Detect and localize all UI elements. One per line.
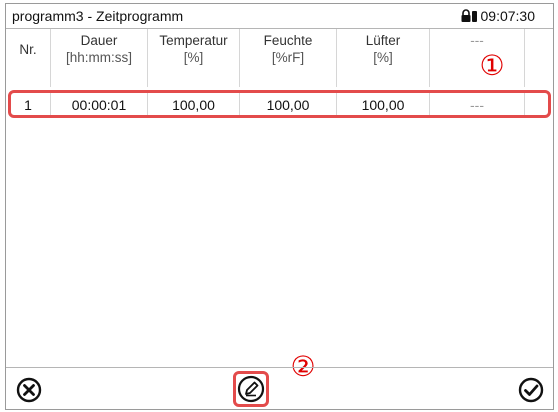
cell-luefter: 100,00 [337,92,430,118]
column-label: Lüfter [365,33,401,48]
cell-temperatur: 100,00 [148,92,240,118]
column-header-dauer[interactable]: Dauer [hh:mm:ss] [51,29,148,87]
column-label: Dauer [80,33,118,48]
confirm-icon[interactable] [518,377,544,403]
column-label: Nr. [19,42,37,57]
table-row[interactable]: 1 00:00:01 100,00 100,00 100,00 --- [6,92,553,118]
clock-time: 09:07:30 [480,8,536,24]
column-header-feuchte[interactable]: Feuchte [%rF] [240,29,337,87]
cell-dauer: 00:00:01 [51,92,148,118]
program-screen: programm3 - Zeitprogramm 09:07:30 Nr. Da… [5,3,554,410]
page-title: programm3 - Zeitprogramm [12,8,184,24]
status-area: 09:07:30 [460,8,536,24]
cell-feuchte: 100,00 [240,92,337,118]
title-bar: programm3 - Zeitprogramm 09:07:30 [6,4,553,29]
bottom-toolbar [6,367,553,409]
column-unit: [%] [373,50,393,65]
column-unit: [hh:mm:ss] [65,50,132,65]
column-unit: [%rF] [271,50,305,65]
cell-nr: 1 [6,92,51,118]
edit-icon [237,375,265,403]
column-label: Temperatur [159,33,228,48]
column-header-temperatur[interactable]: Temperatur [%] [148,29,240,87]
cancel-icon[interactable] [16,377,42,403]
column-header-luefter[interactable]: Lüfter [%] [337,29,430,87]
padlock-icon [461,9,477,22]
table-header: Nr. Dauer [hh:mm:ss] Temperatur [%] Feuc… [6,29,553,87]
column-label: --- [470,33,484,48]
edit-button[interactable] [233,371,269,407]
column-unit: [%] [183,50,204,65]
column-header-nr[interactable]: Nr. [6,29,51,87]
callout-marker-1: ① [479,50,505,81]
cell-extra: --- [430,92,525,118]
column-label: Feuchte [263,33,313,48]
